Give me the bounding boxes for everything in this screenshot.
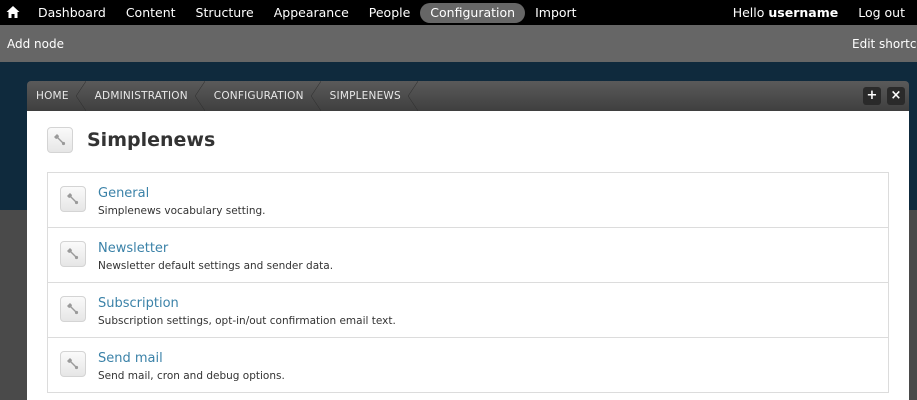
menu-item-configuration[interactable]: Configuration — [420, 2, 526, 23]
list-item: Send mail Send mail, cron and debug opti… — [48, 338, 888, 392]
send-mail-description: Send mail, cron and debug options. — [98, 370, 285, 382]
wrench-icon — [60, 351, 86, 377]
admin-toolbar: Dashboard Content Structure Appearance P… — [0, 0, 917, 25]
overlay-dialog: HOME ADMINISTRATION CONFIGURATION SIMPLE… — [27, 81, 909, 400]
menu-item-dashboard[interactable]: Dashboard — [28, 3, 116, 23]
menu-item-content[interactable]: Content — [116, 3, 186, 23]
shortcut-bar: Add node Edit shortcu — [0, 25, 917, 62]
wrench-icon — [60, 296, 86, 322]
page-title: Simplenews — [87, 129, 216, 151]
toolbar-menu: Dashboard Content Structure Appearance P… — [28, 0, 587, 25]
overlay-header: HOME ADMINISTRATION CONFIGURATION SIMPLE… — [27, 81, 909, 111]
wrench-icon — [47, 127, 73, 153]
send-mail-link[interactable]: Send mail — [98, 351, 163, 366]
breadcrumb-administration[interactable]: ADMINISTRATION — [86, 81, 205, 111]
subscription-link[interactable]: Subscription — [98, 296, 179, 311]
subscription-description: Subscription settings, opt-in/out confir… — [98, 315, 396, 327]
edit-shortcuts-link[interactable]: Edit shortcu — [852, 37, 917, 51]
list-item: General Simplenews vocabulary setting. — [48, 173, 888, 228]
username-link[interactable]: username — [768, 5, 838, 20]
admin-list: General Simplenews vocabulary setting. N… — [47, 172, 889, 393]
close-overlay-button[interactable]: × — [887, 87, 905, 105]
hello-greeting: Hello username — [733, 5, 839, 20]
breadcrumb-configuration[interactable]: CONFIGURATION — [205, 81, 321, 111]
wrench-icon — [60, 186, 86, 212]
home-icon[interactable] — [5, 4, 21, 20]
breadcrumb: HOME ADMINISTRATION CONFIGURATION SIMPLE… — [27, 81, 909, 111]
menu-item-people[interactable]: People — [359, 3, 421, 23]
general-link[interactable]: General — [98, 186, 149, 201]
add-node-shortcut[interactable]: Add node — [7, 37, 64, 51]
logout-link[interactable]: Log out — [858, 5, 905, 20]
list-item: Subscription Subscription settings, opt-… — [48, 283, 888, 338]
menu-item-appearance[interactable]: Appearance — [264, 3, 359, 23]
overlay-body: Simplenews General Simplenews vocabulary… — [27, 111, 909, 400]
add-shortcut-button[interactable]: + — [863, 87, 881, 105]
menu-item-structure[interactable]: Structure — [186, 3, 264, 23]
overlay-controls: + × — [863, 87, 905, 105]
list-item: Newsletter Newsletter default settings a… — [48, 228, 888, 283]
menu-item-import[interactable]: Import — [525, 3, 587, 23]
user-area: Hello username Log out — [733, 0, 905, 25]
general-description: Simplenews vocabulary setting. — [98, 205, 266, 217]
wrench-icon — [60, 241, 86, 267]
newsletter-link[interactable]: Newsletter — [98, 241, 168, 256]
hello-prefix: Hello — [732, 5, 765, 20]
breadcrumb-home[interactable]: HOME — [27, 81, 86, 111]
page-title-row: Simplenews — [47, 127, 215, 153]
breadcrumb-simplenews[interactable]: SIMPLENEWS — [321, 81, 419, 111]
newsletter-description: Newsletter default settings and sender d… — [98, 260, 334, 272]
